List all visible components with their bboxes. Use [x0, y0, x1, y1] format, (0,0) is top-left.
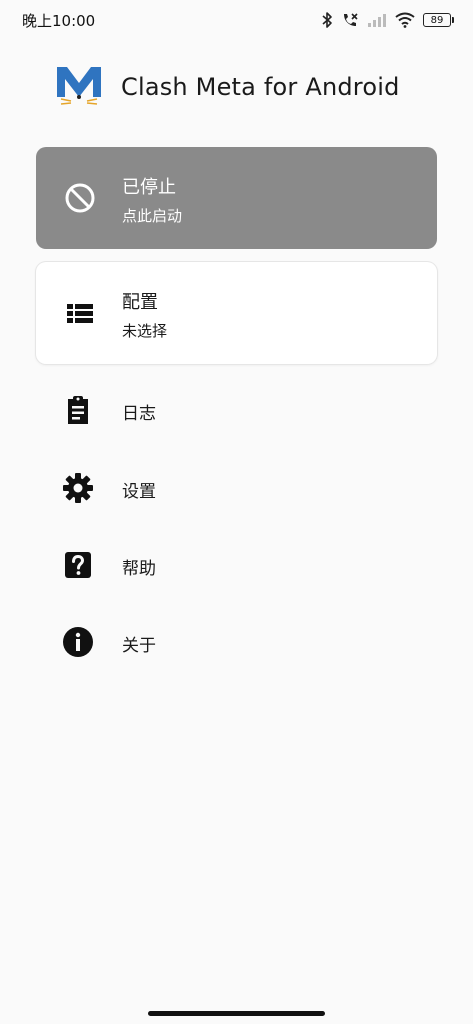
service-status-title: 已停止: [122, 177, 176, 198]
service-status-card[interactable]: 已停止 点此启动: [36, 147, 437, 249]
menu-item-logs-label: 日志: [122, 404, 156, 424]
profile-card[interactable]: 配置 未选择: [36, 262, 437, 364]
battery-indicator: 89: [423, 13, 454, 27]
help-icon: [65, 552, 91, 578]
profile-card-subtitle: 未选择: [122, 322, 168, 340]
list-icon: [67, 304, 93, 323]
app-title: Clash Meta for Android: [121, 73, 400, 101]
clipboard-icon: [68, 396, 88, 424]
call-muted-icon: [344, 13, 358, 26]
gear-icon: [63, 473, 93, 503]
status-time: 晚上10:00: [22, 12, 96, 30]
menu-item-settings[interactable]: 设置: [36, 458, 437, 518]
signal-icon: [368, 14, 386, 27]
menu-item-help[interactable]: 帮助: [36, 535, 437, 595]
status-icons: 89: [321, 10, 454, 30]
wifi-icon: [395, 12, 415, 28]
profile-card-title: 配置: [122, 292, 158, 313]
cat-m-logo-icon: [57, 67, 101, 105]
menu-item-settings-label: 设置: [122, 482, 156, 502]
home-indicator[interactable]: [148, 1011, 325, 1016]
status-bar: 晚上10:00 89: [0, 0, 473, 40]
bluetooth-icon: [322, 12, 332, 28]
block-icon: [65, 183, 95, 213]
menu-item-help-label: 帮助: [122, 559, 156, 579]
menu-item-about[interactable]: 关于: [36, 612, 437, 672]
app-header: Clash Meta for Android: [55, 62, 400, 112]
info-icon: [63, 627, 93, 657]
menu-item-about-label: 关于: [122, 636, 156, 656]
menu-item-logs[interactable]: 日志: [36, 380, 437, 440]
service-status-subtitle: 点此启动: [122, 207, 183, 225]
